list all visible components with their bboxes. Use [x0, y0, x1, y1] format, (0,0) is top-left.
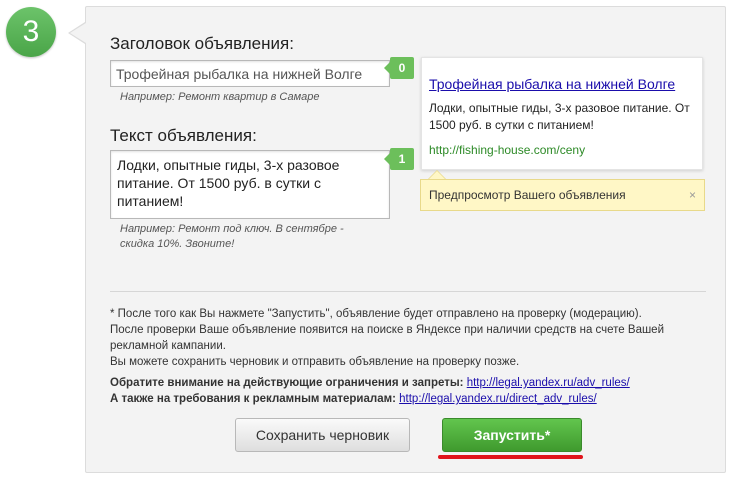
preview-title-link[interactable]: Трофейная рыбалка на нижней Волге — [429, 76, 694, 92]
ad-title-label: Заголовок объявления: — [110, 34, 294, 53]
requirements-line: А также на требования к рекламным матери… — [110, 393, 597, 405]
section-divider — [110, 291, 706, 292]
info-line-1: * После того как Вы нажмете "Запустить",… — [110, 308, 642, 320]
ad-title-hint: Например: Ремонт квартир в Самаре — [120, 91, 320, 103]
step-number-badge: 3 — [6, 7, 56, 57]
preview-note: Предпросмотр Вашего объявления × — [420, 179, 705, 211]
restrictions-line: Обратите внимание на действующие огранич… — [110, 377, 630, 389]
requirements-link[interactable]: http://legal.yandex.ru/direct_adv_rules/ — [399, 393, 597, 405]
restrictions-link[interactable]: http://legal.yandex.ru/adv_rules/ — [467, 377, 630, 389]
close-icon[interactable]: × — [689, 180, 696, 210]
ad-text-hint: Например: Ремонт под ключ. В сентябре - … — [120, 223, 344, 250]
preview-url: http://fishing-house.com/ceny — [429, 143, 586, 157]
requirements-label: А также на требования к рекламным матери… — [110, 393, 396, 405]
launch-button[interactable]: Запустить* — [442, 418, 582, 452]
ad-text-counter: 1 — [384, 148, 414, 170]
panel-pointer-fill — [70, 23, 86, 43]
preview-body-text: Лодки, опытные гиды, 3-х разовое питание… — [429, 101, 690, 132]
launch-highlight-underline — [438, 455, 583, 459]
info-line-3: Вы можете сохранить черновик и отправить… — [110, 356, 520, 368]
save-draft-button[interactable]: Сохранить черновик — [235, 418, 410, 452]
ad-text-label: Текст объявления: — [110, 126, 257, 145]
moderation-info: * После того как Вы нажмете "Запустить",… — [110, 306, 706, 370]
preview-note-text: Предпросмотр Вашего объявления — [429, 188, 626, 202]
ad-title-counter: 0 — [384, 57, 414, 79]
ad-preview-card: Трофейная рыбалка на нижней Волге Лодки,… — [421, 57, 703, 170]
restrictions-label: Обратите внимание на действующие огранич… — [110, 377, 464, 389]
preview-note-pointer-fill — [429, 171, 445, 179]
ad-title-input[interactable]: Трофейная рыбалка на нижней Волге — [110, 60, 390, 87]
info-line-2: После проверки Ваше объявление появится … — [110, 324, 665, 352]
ad-text-input[interactable]: Лодки, опытные гиды, 3-х разовое питание… — [110, 150, 390, 219]
